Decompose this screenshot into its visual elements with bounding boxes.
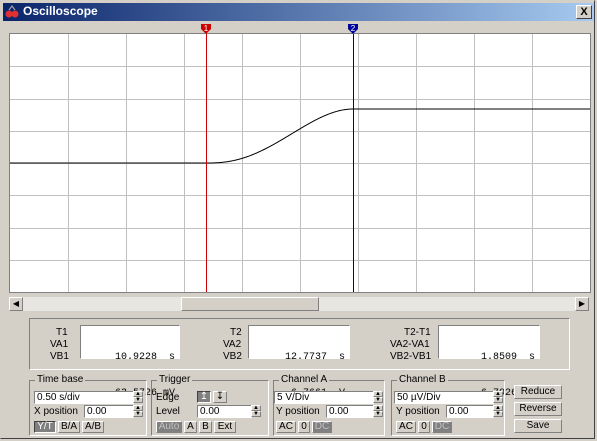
scroll-right-arrow-icon[interactable]: ▶ [575, 297, 589, 311]
spin-down-icon[interactable]: ▼ [133, 411, 143, 417]
va2-va1-label: VA2-VA1 [390, 339, 430, 350]
app-icon [5, 5, 19, 18]
oscilloscope-window: Oscilloscope X 12 ◀ ▶ T1 VA1 VB1 10.9228… [0, 0, 595, 439]
channel-a-zero-button[interactable]: 0 [298, 421, 310, 433]
trigger-level-field[interactable]: 0.00 [197, 405, 252, 418]
rising-edge-icon[interactable]: ↥ [197, 391, 211, 403]
channel-b-scale-field[interactable]: 50 µV/Div [394, 391, 494, 404]
spin-down-icon[interactable]: ▼ [493, 411, 503, 417]
channel-b-title: Channel B [397, 374, 448, 385]
time-base-scale-field[interactable]: 0.50 s/div [34, 391, 134, 404]
time-base-spinner[interactable]: ▲ ▼ [133, 391, 143, 404]
horizontal-scrollbar[interactable]: ◀ ▶ [9, 297, 589, 311]
va2-label: VA2 [223, 339, 242, 350]
channel-a-ypos-field[interactable]: 0.00 [326, 405, 374, 418]
scroll-left-arrow-icon[interactable]: ◀ [9, 297, 23, 311]
t1-readout: 10.9228 s 63.5726 mV [80, 325, 180, 399]
spin-down-icon[interactable]: ▼ [373, 397, 383, 403]
channel-b-dc-button[interactable]: DC [432, 421, 452, 433]
reduce-button[interactable]: Reduce [514, 385, 562, 399]
dt-value: 1.8509 s [480, 352, 535, 363]
scroll-thumb[interactable] [181, 297, 319, 311]
trigger-auto-button[interactable]: Auto [156, 421, 182, 433]
x-position-label: X position [34, 406, 78, 417]
spin-down-icon[interactable]: ▼ [133, 397, 143, 403]
x-position-field[interactable]: 0.00 [84, 405, 134, 418]
t2-time-value: 12.7737 s [284, 352, 345, 363]
time-base-title: Time base [35, 374, 86, 385]
reverse-button[interactable]: Reverse [514, 402, 562, 416]
mode-ba-button[interactable]: B/A [58, 421, 80, 433]
close-button[interactable]: X [576, 5, 592, 19]
channel-b-scale-spinner[interactable]: ▲ ▼ [493, 391, 503, 404]
level-label: Level [156, 406, 180, 417]
channel-a-title: Channel A [279, 374, 330, 385]
t2-label: T2 [230, 327, 242, 338]
t2-t1-label: T2-T1 [404, 327, 431, 338]
channel-b-ypos-spinner[interactable]: ▲ ▼ [493, 405, 503, 418]
spin-down-icon[interactable]: ▼ [251, 411, 261, 417]
channel-a-ypos-label: Y position [276, 406, 320, 417]
time-base-group: Time base 0.50 s/div ▲ ▼ X position 0.00… [29, 374, 147, 436]
trigger-a-button[interactable]: A [184, 421, 197, 433]
spin-down-icon[interactable]: ▼ [493, 397, 503, 403]
trigger-level-spinner[interactable]: ▲ ▼ [251, 405, 261, 418]
channel-b-ypos-label: Y position [396, 406, 440, 417]
channel-b-group: Channel B 50 µV/Div ▲ ▼ Y position 0.00 … [391, 374, 505, 436]
mode-ab-button[interactable]: A/B [82, 421, 104, 433]
channel-a-dc-button[interactable]: DC [312, 421, 332, 433]
t2-readout: 12.7737 s 6.7661 V [248, 325, 350, 399]
channel-a-scale-field[interactable]: 5 V/Div [274, 391, 374, 404]
cursor-markers: 12 [201, 24, 358, 34]
cursor-2-handle-label[interactable]: 2 [351, 24, 356, 33]
vb2-vb1-label: VB2-VB1 [390, 351, 432, 362]
falling-edge-icon[interactable]: ↧ [213, 391, 227, 403]
channel-a-group: Channel A 5 V/Div ▲ ▼ Y position 0.00 ▲ … [273, 374, 385, 436]
x-position-spinner[interactable]: ▲ ▼ [133, 405, 143, 418]
channel-b-ypos-field[interactable]: 0.00 [446, 405, 494, 418]
channel-a-scale-spinner[interactable]: ▲ ▼ [373, 391, 383, 404]
cursor-1-handle-label[interactable]: 1 [204, 24, 209, 33]
trigger-ext-button[interactable]: Ext [214, 421, 236, 433]
t1-time-value: 10.9228 s [114, 352, 175, 363]
vb2-label: VB2 [223, 351, 242, 362]
trigger-group: Trigger Edge ↥ ↧ Level 0.00 ▲ ▼ Auto A B… [151, 374, 269, 436]
vb1-label: VB1 [50, 351, 69, 362]
cursor-readout-panel: T1 VA1 VB1 10.9228 s 63.5726 mV T2 VA2 V… [29, 318, 570, 399]
trigger-b-button[interactable]: B [199, 421, 212, 433]
channel-b-ac-button[interactable]: AC [396, 421, 416, 433]
channel-a-ac-button[interactable]: AC [276, 421, 296, 433]
scope-display[interactable] [9, 33, 591, 293]
va1-label: VA1 [50, 339, 69, 350]
window-title: Oscilloscope [23, 4, 98, 18]
channel-b-zero-button[interactable]: 0 [418, 421, 430, 433]
scope-graph [10, 34, 590, 292]
save-button[interactable]: Save [514, 419, 562, 433]
trigger-title: Trigger [157, 374, 193, 385]
t1-label: T1 [56, 327, 68, 338]
title-bar[interactable]: Oscilloscope X [3, 3, 594, 21]
edge-label: Edge [156, 392, 180, 403]
spin-down-icon[interactable]: ▼ [373, 411, 383, 417]
mode-yt-button[interactable]: Y/T [34, 421, 56, 433]
diff-readout: 1.8509 s 6.7026 V [438, 325, 540, 399]
channel-a-ypos-spinner[interactable]: ▲ ▼ [373, 405, 383, 418]
